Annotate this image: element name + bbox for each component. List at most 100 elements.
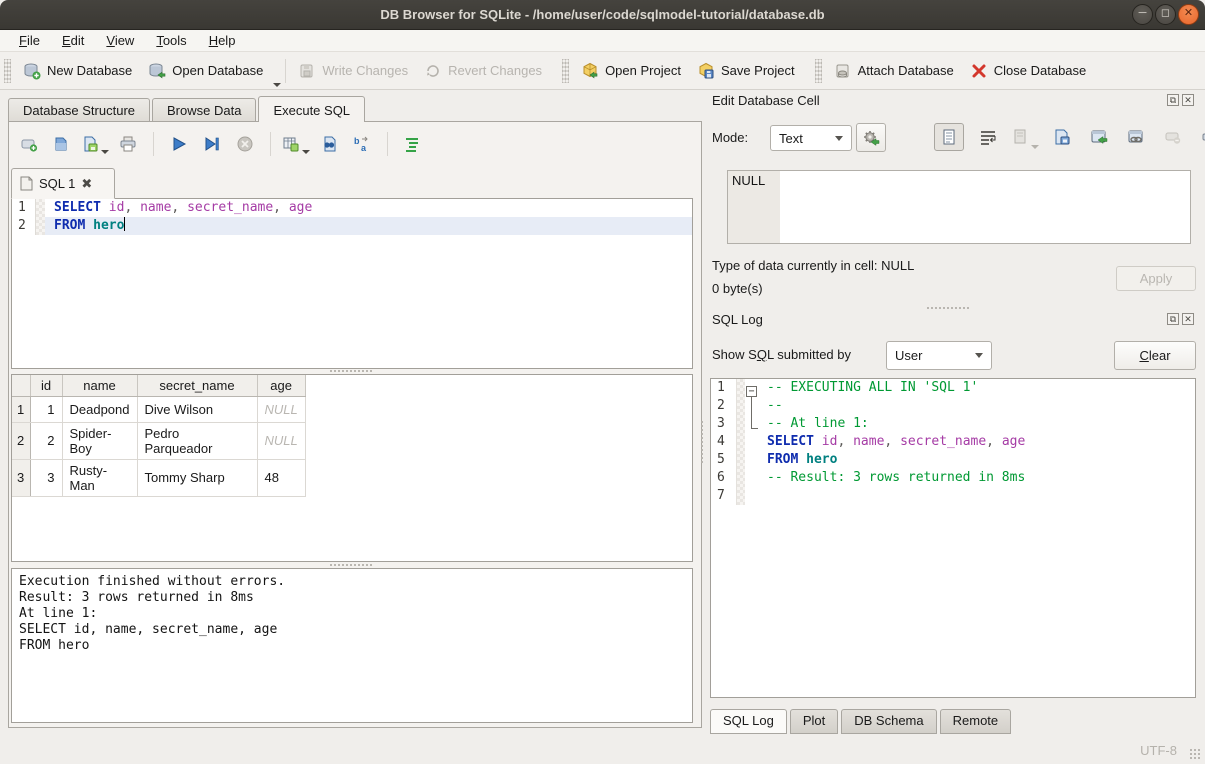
editor-line[interactable]: 2FROM hero [12,217,692,235]
table-cell[interactable]: 48 [257,459,305,496]
sql1-tab-close-icon[interactable]: ✖ [81,176,92,192]
column-header-age[interactable]: age [257,375,305,396]
word-wrap-icon[interactable] [975,123,1001,151]
tab-browse-data[interactable]: Browse Data [152,98,256,122]
save-sql-file-icon[interactable] [83,132,107,156]
open-database-dropdown[interactable] [273,83,281,87]
tab-execute-sql[interactable]: Execute SQL [258,96,365,122]
edit-cell-close-icon[interactable]: ✕ [1182,94,1194,106]
row-header[interactable]: 2 [12,422,30,459]
find-replace-icon[interactable]: ba [350,132,374,156]
sql-log-view[interactable]: − 1-- EXECUTING ALL IN 'SQL 1'2--3-- At … [710,378,1196,698]
encoding-label: UTF-8 [1140,743,1177,758]
log-line[interactable]: 2-- [711,397,1195,415]
table-cell[interactable]: 2 [30,422,62,459]
menu-bar: File Edit View Tools Help [0,30,1205,52]
log-line[interactable]: 3-- At line 1: [711,415,1195,433]
table-cell[interactable]: NULL [257,422,305,459]
table-cell[interactable]: NULL [257,396,305,422]
close-database-button[interactable]: Close Database [962,58,1095,84]
clear-button[interactable]: Clear [1114,341,1196,370]
editor-line[interactable]: 1SELECT id, name, secret_name, age [12,199,692,217]
sql-editor[interactable]: 1SELECT id, name, secret_name, age2FROM … [11,198,693,369]
table-cell[interactable]: Dive Wilson [137,396,257,422]
panel-splitter-handle[interactable] [700,420,705,464]
dock-tab-plot[interactable]: Plot [790,709,838,734]
fold-collapse-icon[interactable]: − [746,386,757,397]
open-sql-file-icon[interactable] [50,132,74,156]
sql1-tab-label: SQL 1 [39,176,75,191]
new-database-button[interactable]: New Database [15,58,140,84]
apply-button: Apply [1116,266,1196,291]
auto-apply-button[interactable] [856,123,886,152]
toolbar-grip[interactable] [4,59,11,83]
sql-log-float-icon[interactable]: ⧉ [1167,313,1179,325]
menu-help[interactable]: Help [200,31,245,50]
title-bar[interactable]: DB Browser for SQLite - /home/user/code/… [0,0,1205,30]
column-header-secret_name[interactable]: secret_name [137,375,257,396]
table-cell[interactable]: Spider-Boy [62,422,137,459]
log-line[interactable]: 4SELECT id, name, secret_name, age [711,433,1195,451]
menu-view[interactable]: View [97,31,143,50]
sql-log-splitter-handle[interactable] [926,306,970,311]
open-database-button[interactable]: Open Database [140,58,271,84]
print-icon[interactable] [116,132,140,156]
new-sql-tab-icon[interactable] [17,132,41,156]
dock-tab-sql-log[interactable]: SQL Log [710,709,787,734]
column-header-id[interactable]: id [30,375,62,396]
minimize-button[interactable]: ─ [1132,4,1153,25]
menu-edit[interactable]: Edit [53,31,93,50]
find-icon[interactable] [317,132,341,156]
save-as-icon[interactable] [1049,123,1075,151]
cell-value-editor[interactable]: NULL [727,170,1191,244]
tab-database-structure[interactable]: Database Structure [8,98,150,122]
export-icon[interactable] [1086,123,1112,151]
mode-label: Mode: [712,130,748,145]
row-header[interactable]: 1 [12,396,30,422]
maximize-button[interactable]: ◻ [1155,4,1176,25]
column-header-name[interactable]: name [62,375,137,396]
log-line[interactable]: 5FROM hero [711,451,1195,469]
mode-select[interactable]: Text [770,125,852,151]
menu-file[interactable]: File [10,31,49,50]
dock-tab-db-schema[interactable]: DB Schema [841,709,936,734]
save-results-icon[interactable] [284,132,308,156]
attach-database-icon [834,62,852,80]
execute-current-line-icon[interactable] [200,132,224,156]
table-cell[interactable]: Pedro Parqueador [137,422,257,459]
sql-log-close-icon[interactable]: ✕ [1182,313,1194,325]
open-project-button[interactable]: Open Project [573,58,689,84]
menu-tools[interactable]: Tools [147,31,195,50]
close-button[interactable]: ✕ [1178,4,1199,25]
edit-cell-float-icon[interactable]: ⧉ [1167,94,1179,106]
row-header[interactable]: 3 [12,459,30,496]
corner-header[interactable] [12,375,30,396]
table-cell[interactable]: Rusty-Man [62,459,137,496]
sql1-tab[interactable]: SQL 1 ✖ [11,168,115,199]
results-grid[interactable]: idnamesecret_nameage11DeadpondDive Wilso… [11,374,693,562]
attach-database-button[interactable]: Attach Database [826,58,962,84]
log-line[interactable]: 1-- EXECUTING ALL IN 'SQL 1' [711,379,1195,397]
toolbar-grip[interactable] [815,59,822,83]
table-cell[interactable]: 1 [30,396,62,422]
execute-sql-pane: ba SQL 1 ✖ 1SELECT id, name, secret_name… [8,121,702,728]
text-mode-icon[interactable] [934,123,964,151]
save-project-button[interactable]: Save Project [689,58,803,84]
dock-tab-remote[interactable]: Remote [940,709,1012,734]
table-cell[interactable]: 3 [30,459,62,496]
table-cell[interactable]: Tommy Sharp [137,459,257,496]
log-line[interactable]: 6-- Result: 3 rows returned in 8ms [711,469,1195,487]
cell-print-icon[interactable] [1197,123,1205,151]
execute-all-icon[interactable] [167,132,191,156]
toolbar-separator [285,59,286,83]
table-cell[interactable]: Deadpond [62,396,137,422]
set-link-icon[interactable] [1123,123,1149,151]
resize-grip[interactable] [1189,748,1202,761]
save-results-dropdown[interactable] [302,150,310,154]
toolbar-grip[interactable] [562,59,569,83]
format-sql-icon[interactable] [401,132,425,156]
execution-status-box[interactable]: Execution finished without errors. Resul… [11,568,693,723]
save-sql-dropdown[interactable] [101,150,109,154]
log-line[interactable]: 7 [711,487,1195,505]
sql-submitter-select[interactable]: User [886,341,992,370]
